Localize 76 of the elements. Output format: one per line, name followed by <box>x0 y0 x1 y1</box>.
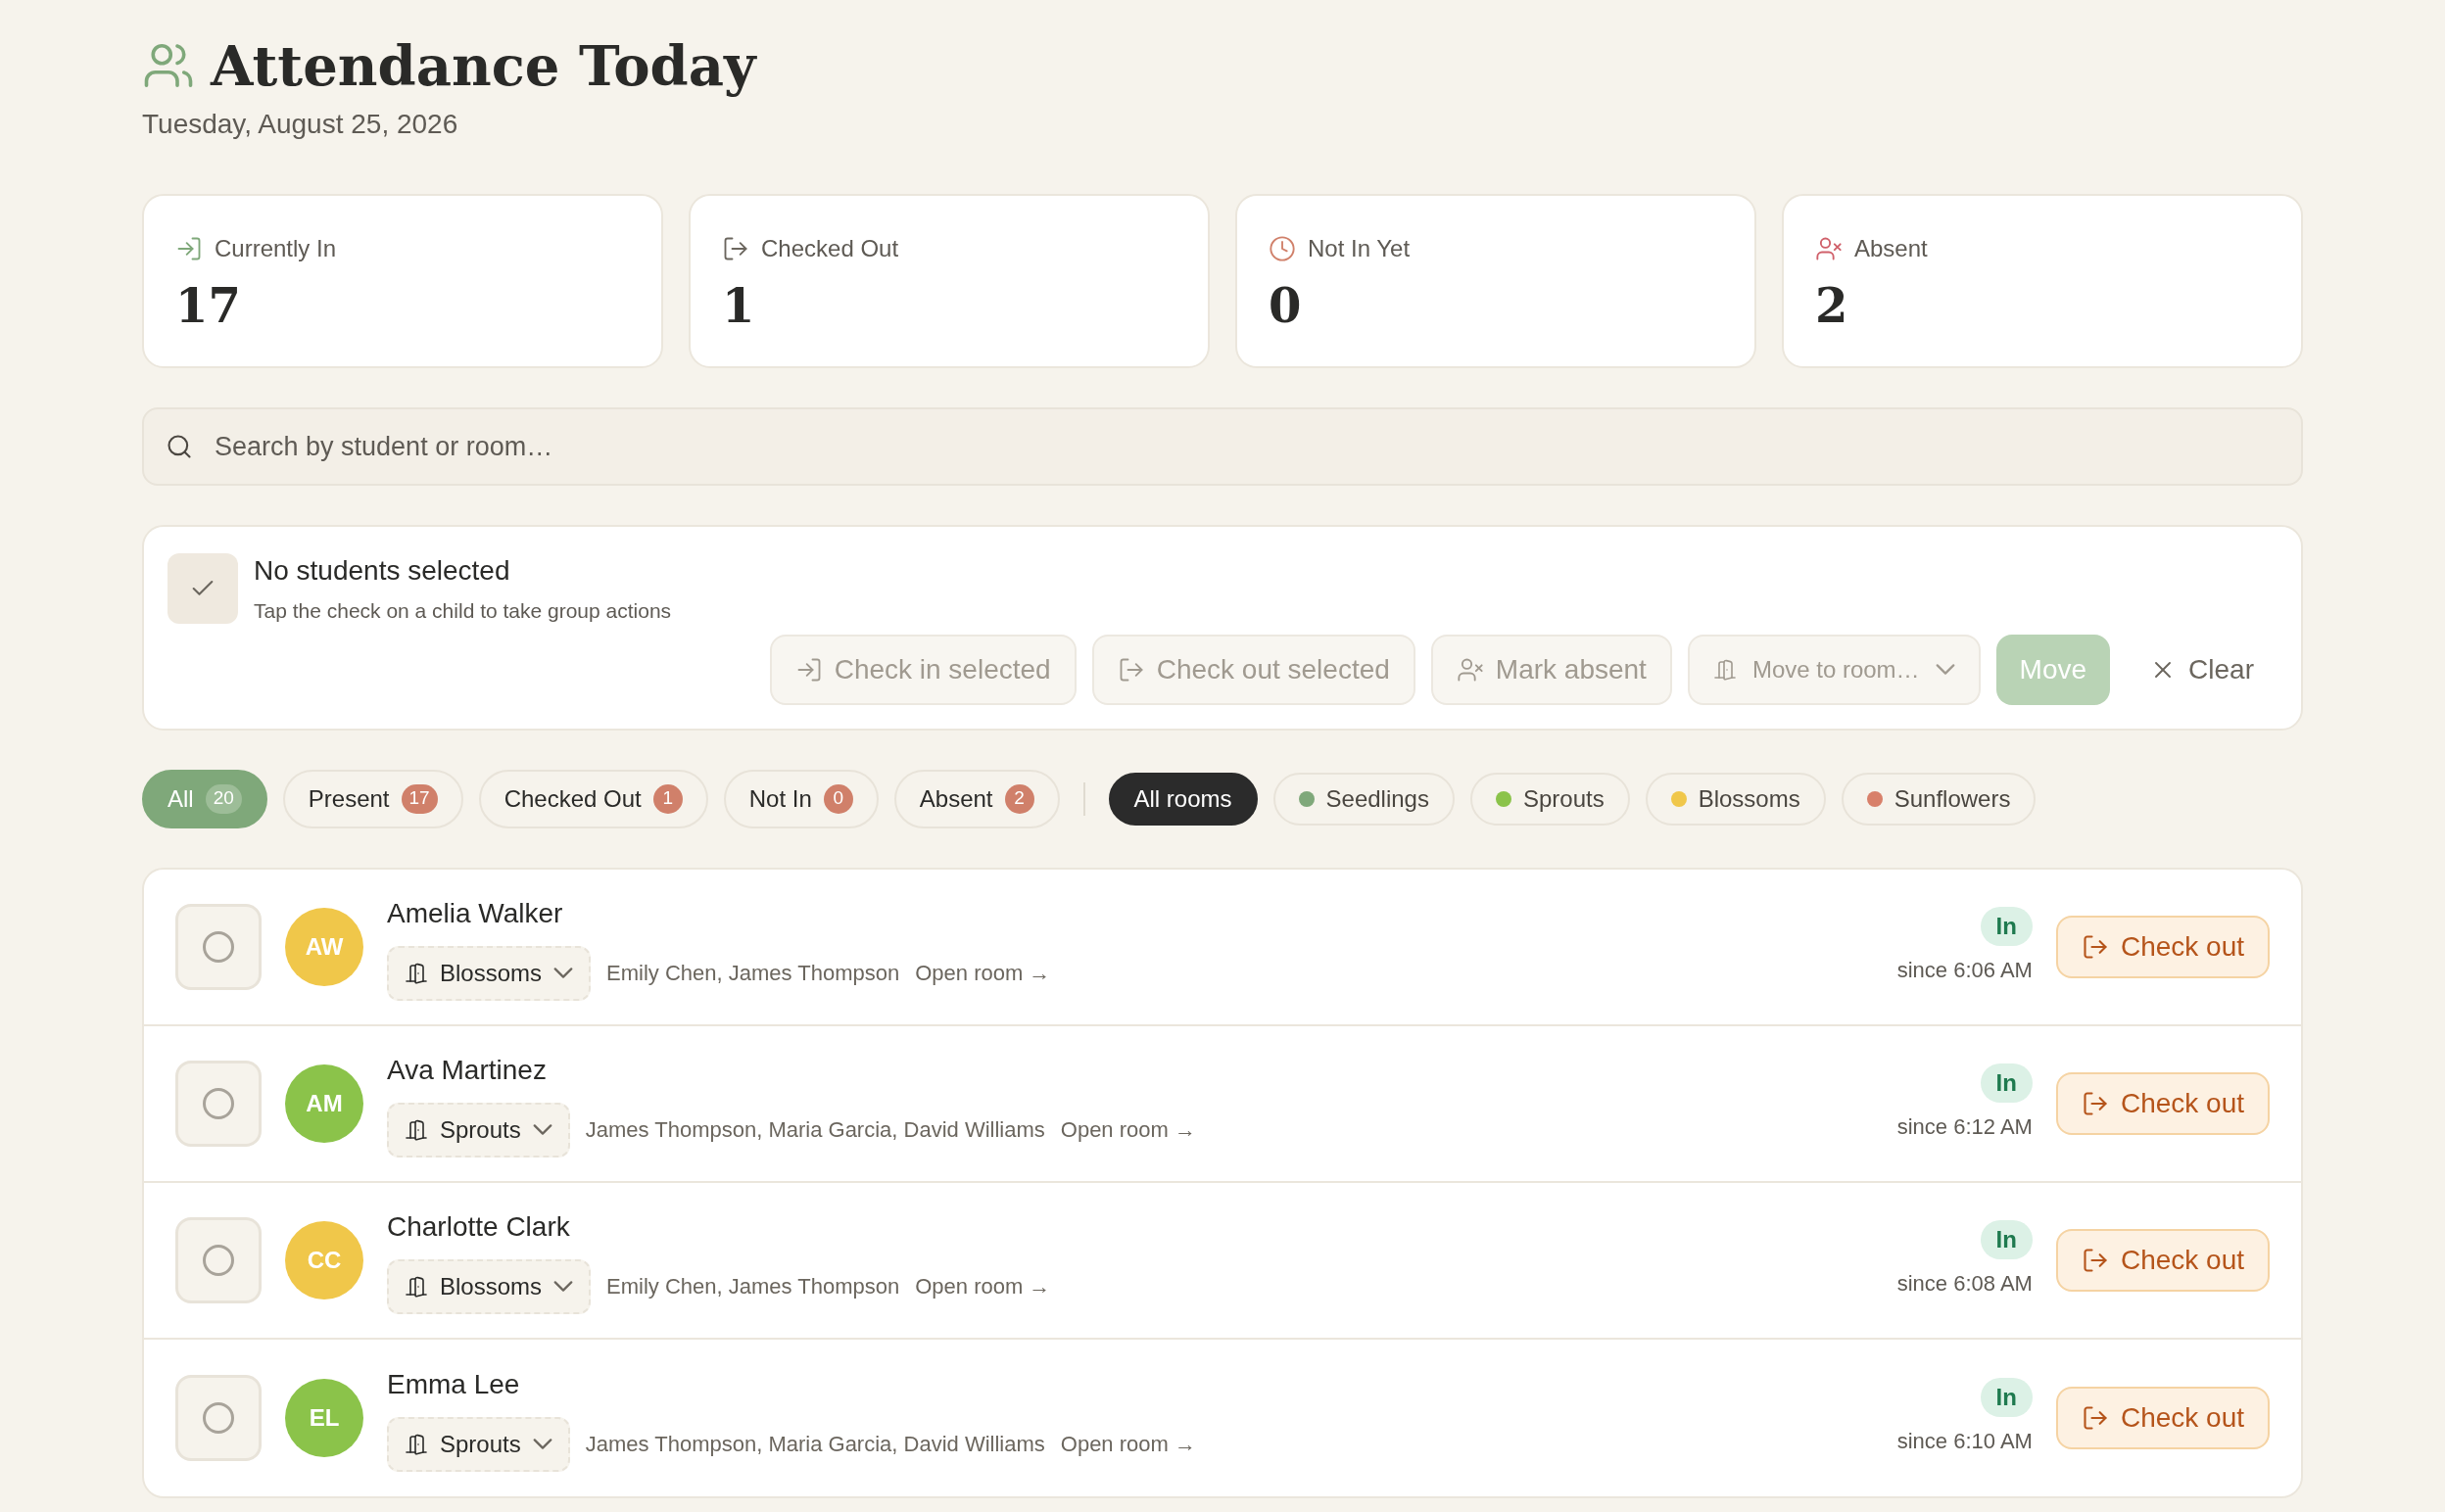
open-room-link[interactable]: Open room → <box>915 1270 1051 1302</box>
since-time: since 6:06 AM <box>1896 957 2033 984</box>
select-checkbox[interactable] <box>175 1374 262 1461</box>
room-filter-chip[interactable]: Sprouts <box>1469 772 1630 826</box>
teacher-names: James Thompson, Maria Garcia, David Williams <box>585 1431 1045 1458</box>
room-dropdown[interactable]: Blossoms <box>387 1258 592 1314</box>
open-room-link[interactable]: Open room → <box>915 957 1051 989</box>
since-time: since 6:12 AM <box>1896 1113 2033 1141</box>
stat-label: Absent <box>1854 234 1928 263</box>
status-pill: In <box>1980 1378 2033 1417</box>
stat-label: Checked Out <box>761 234 899 263</box>
chevron-down-icon <box>532 1439 552 1449</box>
check-out-button[interactable]: Check out <box>2055 915 2270 978</box>
teacher-names: Emily Chen, James Thompson <box>606 960 900 987</box>
teacher-names: Emily Chen, James Thompson <box>606 1273 900 1300</box>
check-out-button[interactable]: Check out <box>2055 1228 2270 1292</box>
count-badge: 0 <box>823 783 853 814</box>
stat-value: 0 <box>1269 282 1303 329</box>
status-pill: In <box>1980 1063 2033 1103</box>
since-time: since 6:08 AM <box>1896 1270 2033 1298</box>
count-badge: 1 <box>652 783 683 814</box>
chevron-down-icon <box>1935 664 1955 675</box>
count-badge: 20 <box>205 783 242 814</box>
status-filter-chip[interactable]: Absent 2 <box>893 769 1060 828</box>
room-dropdown[interactable]: Sprouts <box>387 1416 570 1472</box>
stat-label: Not In Yet <box>1308 234 1411 263</box>
open-room-link[interactable]: Open room → <box>1060 1428 1196 1460</box>
clock-icon <box>1269 235 1296 262</box>
status-pill: In <box>1980 1220 2033 1259</box>
chevron-down-icon <box>553 1281 574 1292</box>
selection-title: No students selected <box>254 554 511 588</box>
status-filter-chip[interactable]: Checked Out 1 <box>478 769 708 828</box>
avatar: EL <box>285 1378 363 1457</box>
status-filter-chip[interactable]: Present 17 <box>282 769 463 828</box>
selection-hint: Tap the check on a child to take group actions <box>254 598 672 624</box>
check-out-button[interactable]: Check out <box>2055 1386 2270 1449</box>
student-name: Charlotte Clark <box>387 1209 571 1244</box>
select-checkbox[interactable] <box>175 1060 262 1147</box>
door-icon <box>405 1274 428 1299</box>
search-field[interactable]: Search by student or room… <box>142 407 2303 486</box>
page-title: Attendance Today <box>211 32 756 100</box>
status-filter-chip[interactable]: Not In 0 <box>723 769 879 828</box>
teacher-names: James Thompson, Maria Garcia, David Williams <box>585 1116 1045 1144</box>
chevron-down-icon <box>532 1124 552 1135</box>
chevron-down-icon <box>553 968 574 978</box>
door-icon <box>1712 657 1737 682</box>
avatar: AM <box>285 1063 363 1143</box>
stat-value: 1 <box>722 282 756 329</box>
student-name: Amelia Walker <box>387 896 564 930</box>
room-filter-chip[interactable]: Blossoms <box>1645 772 1826 826</box>
avatar: AW <box>285 907 363 986</box>
check-out-button[interactable]: Check out <box>2055 1071 2270 1135</box>
stat-value: 17 <box>175 282 242 329</box>
since-time: since 6:10 AM <box>1896 1428 2033 1455</box>
stat-label: Currently In <box>215 234 337 263</box>
student-name: Ava Martinez <box>387 1053 548 1087</box>
door-icon <box>405 961 428 985</box>
select-checkbox[interactable] <box>175 903 262 990</box>
search-icon <box>166 433 193 460</box>
student-name: Emma Lee <box>387 1367 521 1401</box>
date-text: Tuesday, August 25, 2026 <box>142 108 459 141</box>
count-badge: 2 <box>1004 783 1034 814</box>
room-filter-chip[interactable]: All rooms <box>1108 772 1258 826</box>
avatar: CC <box>285 1220 363 1299</box>
room-dropdown[interactable]: Blossoms <box>387 945 592 1001</box>
count-badge: 17 <box>401 783 438 814</box>
open-room-link[interactable]: Open room → <box>1060 1113 1196 1146</box>
status-pill: In <box>1980 907 2033 946</box>
door-icon <box>405 1432 428 1456</box>
room-dropdown[interactable]: Sprouts <box>387 1102 570 1158</box>
door-icon <box>405 1117 428 1142</box>
select-checkbox[interactable] <box>175 1216 262 1303</box>
stat-value: 2 <box>1815 282 1849 329</box>
user-x-icon <box>1815 235 1843 262</box>
room-filter-chip[interactable]: Sunflowers <box>1841 772 2037 826</box>
room-filter-chip[interactable]: Seedlings <box>1272 772 1455 826</box>
